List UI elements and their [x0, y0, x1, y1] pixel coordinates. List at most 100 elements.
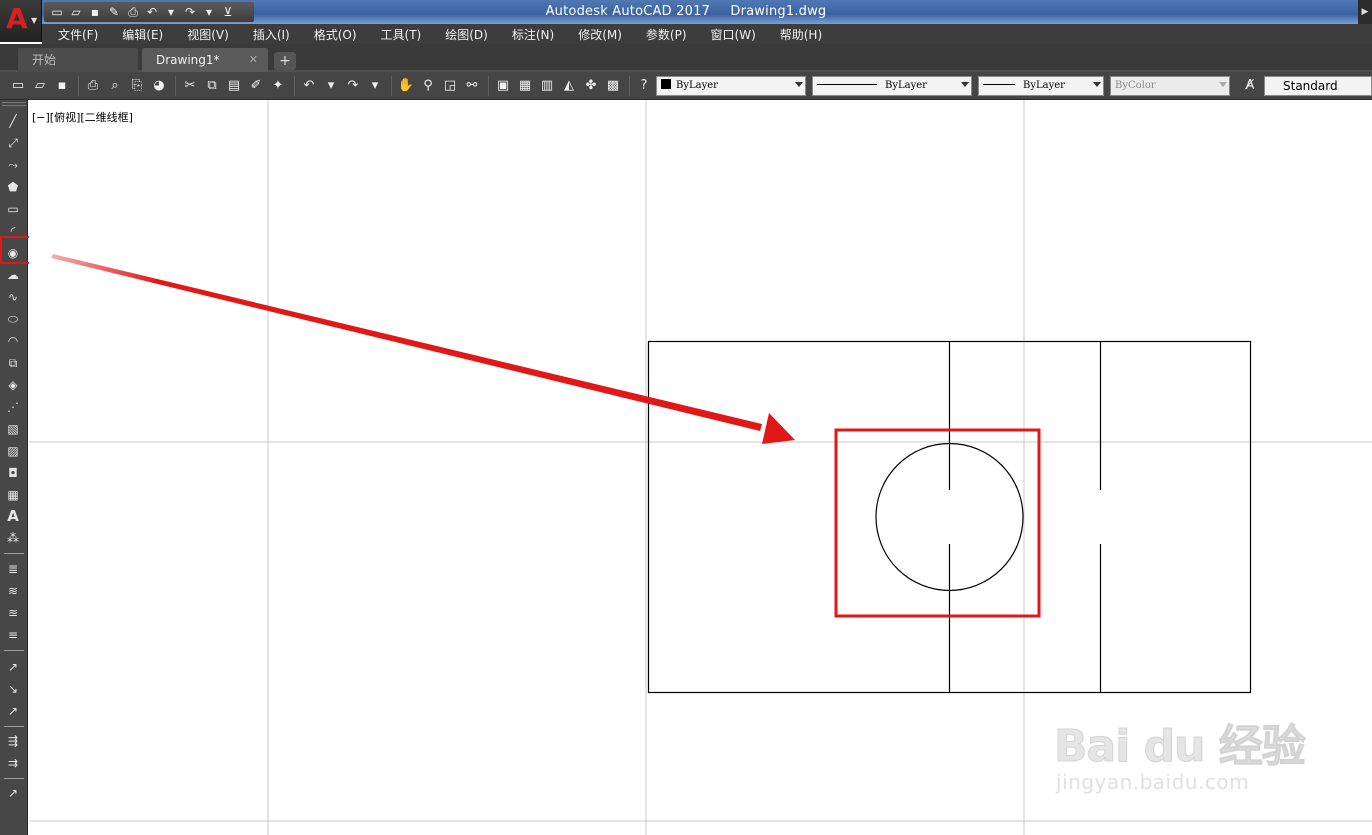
toolbar-separator: [4, 726, 24, 727]
point-icon[interactable]: ⋰: [4, 398, 22, 416]
toolbar-grip[interactable]: [2, 102, 26, 106]
add-selected-icon[interactable]: ⁂: [4, 529, 22, 547]
align-leader-icon[interactable]: ⇶: [4, 732, 22, 750]
polyline-icon[interactable]: ⤳: [4, 156, 22, 174]
lineweight-control-dropdown[interactable]: ByLayer: [978, 76, 1104, 96]
drawing-canvas[interactable]: [−][俯视][二维线框]: [29, 100, 1372, 835]
3d-print-icon[interactable]: ◕: [149, 76, 169, 96]
lineweight-value: ByLayer: [1023, 80, 1065, 91]
toolbar-separator: [294, 75, 295, 96]
new-file-icon[interactable]: ▭: [8, 76, 28, 96]
properties-icon[interactable]: ▣: [493, 76, 513, 96]
lineweight-preview: [983, 84, 1015, 85]
menu-tools[interactable]: 工具(T): [369, 26, 434, 43]
dimension-icon[interactable]: ↗: [4, 658, 22, 676]
chevron-down-icon: [795, 82, 803, 87]
menu-view[interactable]: 视图(V): [175, 26, 241, 43]
paste-icon[interactable]: ▤: [224, 76, 244, 96]
menu-file[interactable]: 文件(F): [46, 26, 110, 43]
pan-icon[interactable]: ✋: [396, 76, 416, 96]
line-icon[interactable]: ╱: [4, 112, 22, 130]
sheet-set-icon[interactable]: ◭: [559, 76, 579, 96]
construction-line-icon[interactable]: ⤢: [4, 134, 22, 152]
plot-icon[interactable]: ⎙: [83, 76, 103, 96]
make-block-icon[interactable]: ◈: [4, 376, 22, 394]
gradient-icon[interactable]: ▨: [4, 442, 22, 460]
redo-icon[interactable]: ↷: [343, 76, 363, 96]
help-icon[interactable]: ?: [634, 76, 654, 96]
menu-draw[interactable]: 绘图(D): [433, 26, 500, 43]
arrow-shaft: [51, 254, 762, 431]
match-properties-icon[interactable]: ✐: [246, 76, 266, 96]
autocad-logo-icon: A: [6, 2, 28, 35]
tab-start-label: 开始: [32, 53, 57, 67]
ellipse-arc-icon[interactable]: ◠: [4, 332, 22, 350]
layer-properties-icon[interactable]: ≣: [4, 560, 22, 578]
hatch-icon[interactable]: ▧: [4, 420, 22, 438]
menu-format[interactable]: 格式(O): [302, 26, 369, 43]
chevron-down-icon: [1219, 82, 1227, 87]
tab-drawing1-label: Drawing1*: [156, 53, 220, 67]
toolbar-separator: [4, 778, 24, 779]
file-tabs-bar: 开始 Drawing1* ✕ +: [0, 44, 1372, 72]
polygon-icon[interactable]: ⬟: [4, 178, 22, 196]
menu-modify[interactable]: 修改(M): [566, 26, 634, 43]
linetype-control-dropdown[interactable]: ByLayer: [812, 76, 972, 96]
quick-calc-icon[interactable]: ▩: [603, 76, 623, 96]
new-tab-button[interactable]: +: [274, 52, 296, 70]
redo-dropdown-icon[interactable]: ▾: [365, 76, 385, 96]
markup-icon[interactable]: ✤: [581, 76, 601, 96]
layer-isolate-icon[interactable]: ≊: [4, 604, 22, 622]
revision-cloud-icon[interactable]: ☁: [4, 266, 22, 284]
spline-icon[interactable]: ∿: [4, 288, 22, 306]
plot-preview-icon[interactable]: ⌕: [105, 76, 125, 96]
undo-dropdown-icon[interactable]: ▾: [321, 76, 341, 96]
arrow-head: [762, 413, 795, 444]
zoom-realtime-icon[interactable]: ⚲: [418, 76, 438, 96]
ellipse-icon[interactable]: ⬭: [4, 310, 22, 328]
menu-parametric[interactable]: 参数(P): [634, 26, 699, 43]
app-name: Autodesk AutoCAD 2017: [545, 4, 711, 19]
zoom-window-icon[interactable]: ◲: [440, 76, 460, 96]
design-center-icon[interactable]: ▦: [515, 76, 535, 96]
tab-drawing1[interactable]: Drawing1* ✕: [142, 48, 268, 72]
region-icon[interactable]: ◘: [4, 464, 22, 482]
layer-states-icon[interactable]: ≋: [4, 582, 22, 600]
table-icon[interactable]: ▦: [4, 486, 22, 504]
tool-palettes-icon[interactable]: ▥: [537, 76, 557, 96]
tab-start[interactable]: 开始: [18, 48, 138, 72]
sign-in-caret-icon[interactable]: ▶: [1358, 0, 1372, 24]
close-icon[interactable]: ✕: [249, 48, 258, 72]
application-menu-button[interactable]: A ▼: [0, 0, 42, 42]
open-file-icon[interactable]: ▱: [30, 76, 50, 96]
text-style-dropdown[interactable]: Standard: [1264, 76, 1372, 96]
menu-edit[interactable]: 编辑(E): [110, 26, 175, 43]
leader-icon[interactable]: ↘: [4, 680, 22, 698]
mleader-icon[interactable]: ↗: [4, 702, 22, 720]
chevron-down-icon: ▼: [31, 16, 38, 25]
leader-style-icon[interactable]: ↗: [4, 784, 22, 802]
layer-freeze-icon[interactable]: ≡: [4, 626, 22, 644]
block-editor-icon[interactable]: ✦: [268, 76, 288, 96]
zoom-previous-icon[interactable]: ⚯: [462, 76, 482, 96]
window-title: Autodesk AutoCAD 2017 Drawing1.dwg: [0, 4, 1372, 19]
collect-leader-icon[interactable]: ⇉: [4, 754, 22, 772]
menu-help[interactable]: 帮助(H): [768, 26, 834, 43]
insert-block-icon[interactable]: ⧉: [4, 354, 22, 372]
save-icon[interactable]: ▪: [52, 76, 72, 96]
color-control-dropdown[interactable]: ByLayer: [656, 76, 806, 96]
chevron-down-icon: [961, 82, 969, 87]
menu-insert[interactable]: 插入(I): [241, 26, 302, 43]
toolbar-separator: [78, 75, 79, 96]
publish-icon[interactable]: ⎘: [127, 76, 147, 96]
multiline-text-icon[interactable]: A: [4, 507, 22, 525]
undo-icon[interactable]: ↶: [299, 76, 319, 96]
toolbar-separator: [4, 650, 24, 651]
menu-window[interactable]: 窗口(W): [699, 26, 768, 43]
menu-dimension[interactable]: 标注(N): [500, 26, 566, 43]
copy-icon[interactable]: ⧉: [202, 76, 222, 96]
rectangle-icon[interactable]: ▭: [4, 200, 22, 218]
text-style-icon[interactable]: A̸: [1239, 76, 1261, 96]
viewport-controls[interactable]: [−][俯视][二维线框]: [32, 109, 133, 125]
cut-icon[interactable]: ✂: [180, 76, 200, 96]
